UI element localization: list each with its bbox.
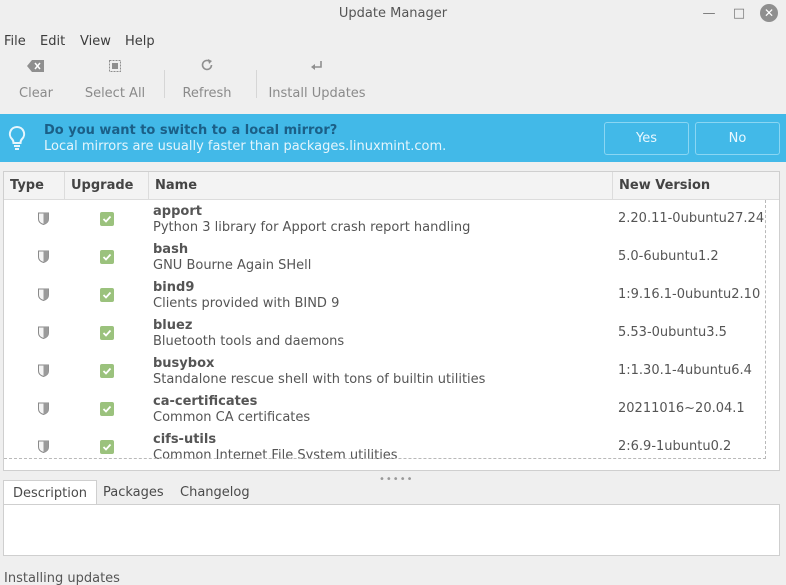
- horizontal-scrollbar[interactable]: [4, 459, 779, 470]
- table-row[interactable]: ca-certificates Common CA certificates 2…: [4, 390, 766, 428]
- table-row[interactable]: bash GNU Bourne Again SHell 5.0-6ubuntu1…: [4, 238, 766, 276]
- yes-button[interactable]: Yes: [604, 122, 689, 155]
- package-description: Bluetooth tools and daemons: [153, 334, 345, 349]
- package-name: busybox: [153, 356, 215, 371]
- package-version: 1:9.16.1-0ubuntu2.10: [618, 287, 761, 302]
- tab-changelog[interactable]: Changelog: [171, 480, 259, 505]
- package-version: 2.20.11-0ubuntu27.24: [618, 211, 765, 226]
- upgrade-checkbox[interactable]: [100, 364, 114, 378]
- mirror-question: Do you want to switch to a local mirror?: [44, 123, 338, 138]
- table-row[interactable]: apport Python 3 library for Apport crash…: [4, 200, 766, 238]
- toolbar-separator: [164, 70, 165, 98]
- column-header-upgrade[interactable]: Upgrade: [65, 172, 149, 200]
- menu-help[interactable]: Help: [125, 34, 155, 49]
- column-header-name[interactable]: Name: [149, 172, 613, 200]
- clear-label: Clear: [19, 86, 53, 101]
- select-all-label: Select All: [84, 86, 146, 101]
- upgrade-checkbox[interactable]: [100, 402, 114, 416]
- column-header-type[interactable]: Type: [4, 172, 65, 200]
- clear-button[interactable]: Clear: [14, 58, 58, 108]
- table-header: Type Upgrade Name New Version: [4, 172, 779, 200]
- table-row[interactable]: bind9 Clients provided with BIND 9 1:9.1…: [4, 276, 766, 314]
- tab-description[interactable]: Description: [3, 480, 98, 506]
- upgrade-checkbox[interactable]: [100, 326, 114, 340]
- package-name: bluez: [153, 318, 193, 333]
- mirror-detail: Local mirrors are usually faster than pa…: [44, 139, 447, 154]
- shield-icon: [38, 326, 49, 340]
- package-description: Standalone rescue shell with tons of bui…: [153, 372, 486, 387]
- select-all-button[interactable]: Select All: [84, 58, 146, 108]
- menu-edit[interactable]: Edit: [40, 34, 65, 49]
- tab-packages[interactable]: Packages: [94, 480, 173, 505]
- upgrade-checkbox[interactable]: [100, 440, 114, 454]
- menu-view[interactable]: View: [80, 34, 111, 49]
- upgrade-checkbox[interactable]: [100, 288, 114, 302]
- refresh-button[interactable]: Refresh: [180, 58, 234, 108]
- mirror-infobar: Do you want to switch to a local mirror?…: [0, 114, 786, 162]
- updates-table: Type Upgrade Name New Version apport Pyt…: [3, 171, 780, 471]
- description-panel: [3, 504, 780, 556]
- table-row[interactable]: bluez Bluetooth tools and daemons 5.53-0…: [4, 314, 766, 352]
- install-updates-button[interactable]: Install Updates: [268, 58, 366, 108]
- shield-icon: [38, 288, 49, 302]
- menu-file[interactable]: File: [4, 34, 26, 49]
- enter-icon: [268, 58, 366, 80]
- package-name: bind9: [153, 280, 195, 295]
- package-name: apport: [153, 204, 202, 219]
- upgrade-checkbox[interactable]: [100, 250, 114, 264]
- shield-icon: [38, 402, 49, 416]
- shield-icon: [38, 440, 49, 454]
- lightbulb-icon: [7, 125, 27, 151]
- package-version: 2:6.9-1ubuntu0.2: [618, 439, 732, 454]
- select-all-icon: [84, 58, 146, 80]
- toolbar-separator: [256, 70, 257, 98]
- status-text: Installing updates: [4, 571, 120, 585]
- close-icon[interactable]: ✕: [760, 4, 778, 22]
- package-version: 1:1.30.1-4ubuntu6.4: [618, 363, 752, 378]
- package-version: 5.0-6ubuntu1.2: [618, 249, 719, 264]
- window-title: Update Manager: [338, 6, 448, 21]
- table-row[interactable]: cifs-utils Common Internet File System u…: [4, 428, 766, 459]
- shield-icon: [38, 250, 49, 264]
- shield-icon: [38, 364, 49, 378]
- upgrade-checkbox[interactable]: [100, 212, 114, 226]
- package-version: 5.53-0ubuntu3.5: [618, 325, 727, 340]
- no-button[interactable]: No: [695, 122, 780, 155]
- package-description: Clients provided with BIND 9: [153, 296, 340, 311]
- package-description: Common Internet File System utilities: [153, 448, 398, 459]
- table-body: apport Python 3 library for Apport crash…: [4, 200, 779, 459]
- title-bar: Update Manager — □ ✕: [0, 0, 786, 28]
- refresh-icon: [180, 58, 234, 80]
- package-name: ca-certificates: [153, 394, 258, 409]
- toolbar: Clear Select All Refresh Install Updates: [0, 58, 786, 112]
- column-header-new-version[interactable]: New Version: [613, 172, 773, 200]
- maximize-icon[interactable]: □: [729, 4, 749, 24]
- backspace-icon: [14, 58, 58, 80]
- package-description: Common CA certificates: [153, 410, 311, 425]
- package-name: bash: [153, 242, 189, 257]
- package-description: GNU Bourne Again SHell: [153, 258, 312, 273]
- package-description: Python 3 library for Apport crash report…: [153, 220, 471, 235]
- minimize-icon[interactable]: —: [699, 4, 719, 24]
- pane-resize-handle[interactable]: •••••: [379, 474, 414, 485]
- package-version: 20211016~20.04.1: [618, 401, 745, 416]
- refresh-label: Refresh: [182, 86, 232, 101]
- shield-icon: [38, 212, 49, 226]
- install-updates-label: Install Updates: [268, 86, 366, 101]
- package-name: cifs-utils: [153, 432, 217, 447]
- table-row[interactable]: busybox Standalone rescue shell with ton…: [4, 352, 766, 390]
